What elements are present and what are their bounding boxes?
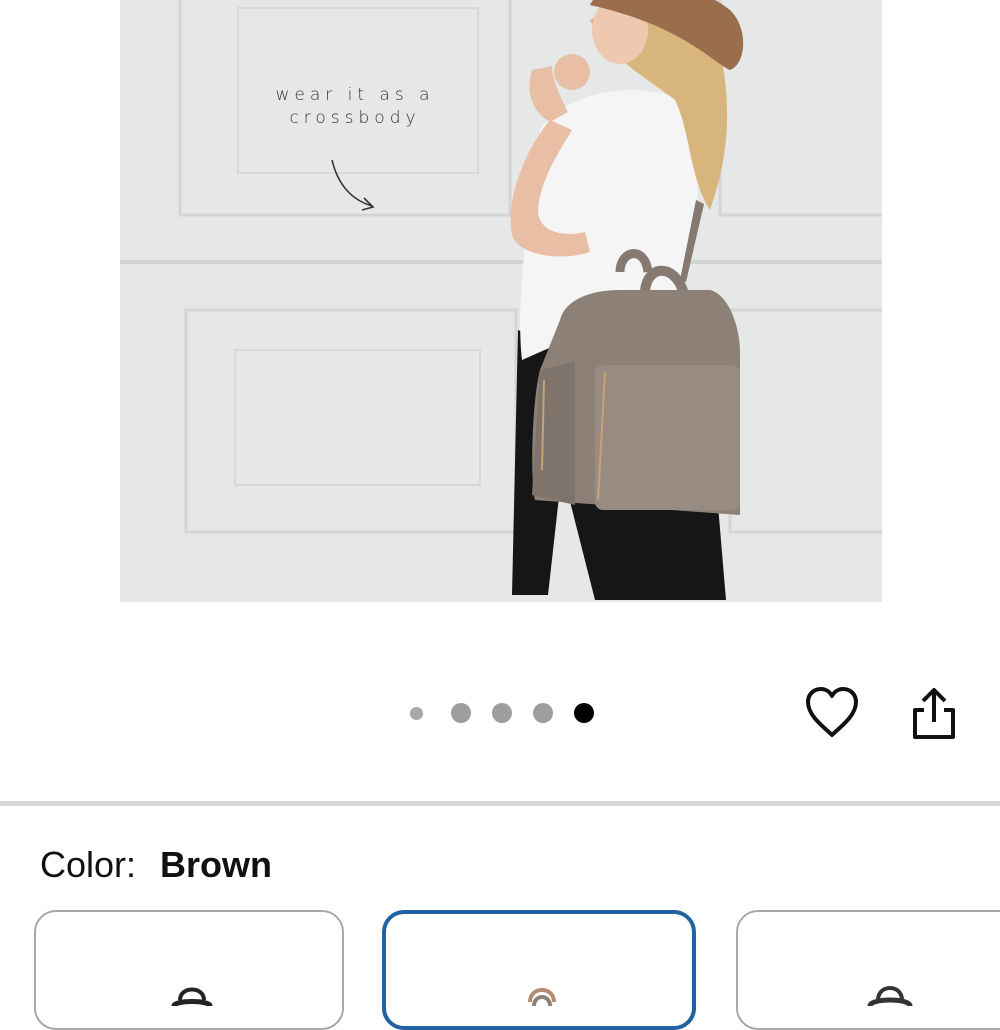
carousel-dot[interactable]: [533, 703, 553, 723]
carousel-dot-active[interactable]: [574, 703, 594, 723]
backpack-thumbnail-brown: [528, 988, 556, 1007]
selected-color-value: Brown: [160, 844, 273, 885]
carousel-dot[interactable]: [492, 703, 512, 723]
carousel-dot[interactable]: [410, 706, 423, 720]
heart-icon: [806, 687, 858, 737]
backpack-thumbnail-grey: [867, 986, 913, 1008]
color-selector-header: Color: Brown: [40, 844, 272, 886]
favorite-button[interactable]: [804, 686, 860, 740]
color-label: Color:: [40, 844, 137, 885]
caption-line-1: wear it as a: [275, 85, 435, 105]
color-option-brown[interactable]: [382, 910, 696, 1030]
backpack-thumbnail-black: [171, 987, 213, 1009]
color-option-grey[interactable]: [736, 910, 1000, 1030]
product-image[interactable]: wear it as a crossbody: [120, 0, 882, 602]
image-caption: wear it as a crossbody: [220, 84, 490, 130]
carousel-indicator: [410, 702, 594, 724]
section-divider: [0, 801, 1000, 806]
color-option-black[interactable]: [34, 910, 344, 1030]
share-button[interactable]: [910, 686, 958, 742]
caption-line-2: crossbody: [289, 108, 421, 128]
carousel-dot[interactable]: [451, 703, 471, 723]
share-icon: [913, 688, 955, 739]
